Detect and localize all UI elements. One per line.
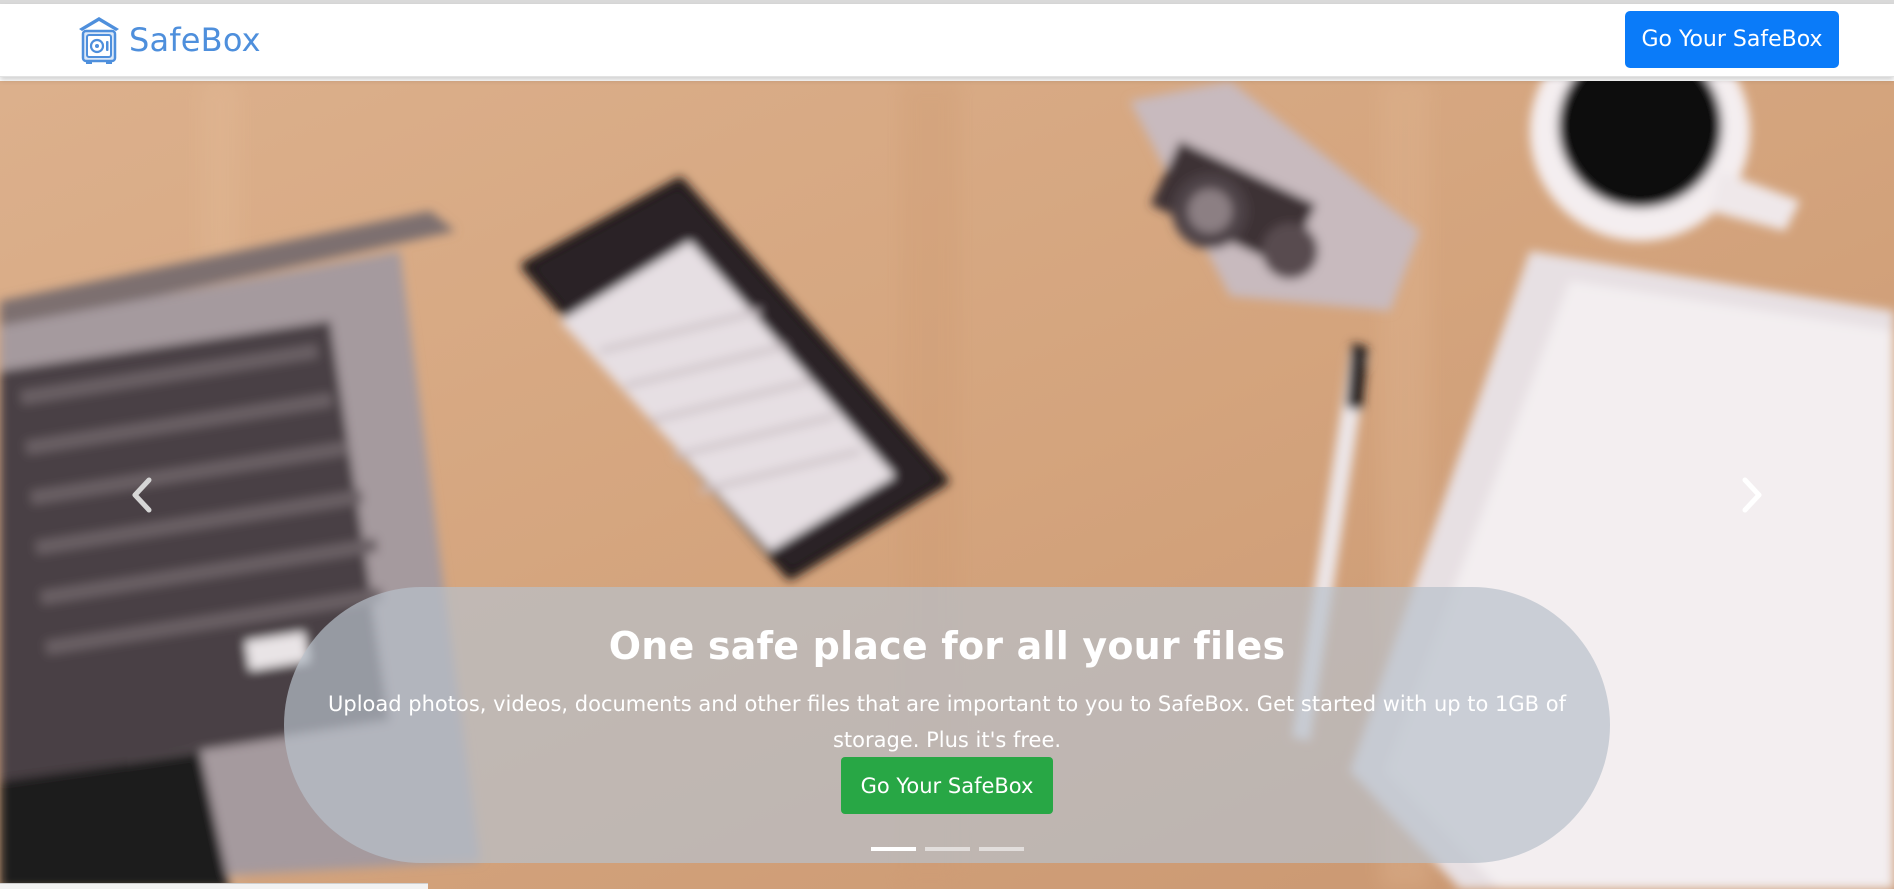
brand-link[interactable]: SafeBox <box>77 12 261 68</box>
carousel-indicator-2[interactable] <box>924 847 970 851</box>
carousel-caption: One safe place for all your files Upload… <box>284 587 1610 863</box>
carousel-prev-button[interactable] <box>112 465 172 525</box>
carousel-indicator-3[interactable] <box>978 847 1024 851</box>
carousel-indicator-1[interactable] <box>870 847 916 851</box>
carousel-next-button[interactable] <box>1722 465 1782 525</box>
chevron-left-icon <box>132 477 152 513</box>
caption-title: One safe place for all your files <box>608 624 1286 668</box>
go-safebox-nav-button[interactable]: Go Your SafeBox <box>1625 11 1839 68</box>
brand-name: SafeBox <box>129 21 261 59</box>
go-safebox-hero-button[interactable]: Go Your SafeBox <box>841 757 1053 814</box>
navbar: SafeBox Go Your SafeBox <box>0 4 1894 77</box>
hero-carousel: One safe place for all your files Upload… <box>0 81 1894 889</box>
caption-text: Upload photos, videos, documents and oth… <box>328 692 1566 752</box>
safe-house-icon <box>79 17 119 64</box>
carousel-indicators <box>0 847 1894 851</box>
page: SafeBox Go Your SafeBox One safe place f… <box>0 0 1894 889</box>
chevron-right-icon <box>1742 477 1762 513</box>
status-strip <box>0 883 428 889</box>
